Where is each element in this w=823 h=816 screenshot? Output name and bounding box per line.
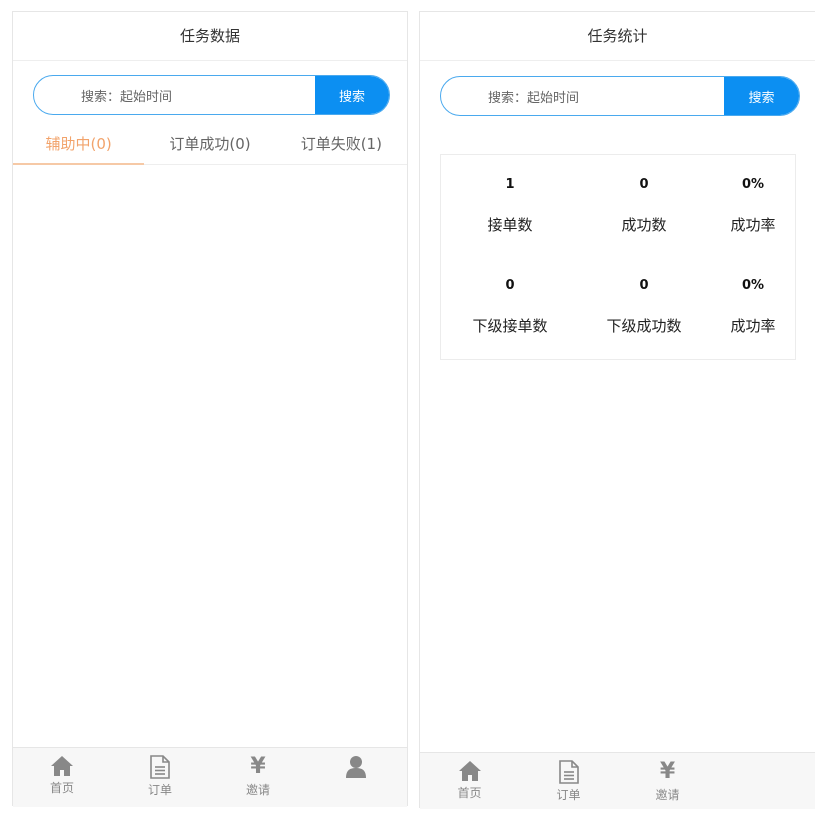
user-icon [346, 756, 366, 778]
tabbar-item-orders[interactable]: 订单 [519, 753, 618, 809]
search-bar: 搜索：起始时间 搜索 [440, 76, 800, 116]
tabbar-item-orders[interactable]: 订单 [111, 748, 209, 807]
bottom-tab-bar: 首页 订单 ¥ 邀请 [420, 752, 815, 809]
stat-label: 成功数 [621, 216, 667, 234]
search-button[interactable]: 搜索 [724, 77, 799, 115]
stat-sub-rate: 0% 成功率 [693, 276, 813, 336]
stat-orders: 1 接单数 [450, 175, 570, 235]
search-bar: 搜索：起始时间 搜索 [33, 75, 390, 115]
stat-value: 0% [741, 278, 765, 293]
stat-label: 成功率 [730, 216, 776, 234]
stat-label: 成功率 [730, 317, 776, 335]
document-icon [150, 755, 170, 779]
tab-order-failed[interactable]: 订单失败(1) [276, 128, 407, 164]
search-input[interactable]: 搜索：起始时间 [34, 76, 315, 114]
page-title: 任务数据 [13, 12, 407, 61]
order-status-tabs: 辅助中(0) 订单成功(0) 订单失败(1) [13, 128, 407, 165]
search-button[interactable]: 搜索 [315, 76, 389, 114]
tabbar-item-home[interactable]: 首页 [420, 753, 519, 809]
search-input[interactable]: 搜索：起始时间 [441, 77, 724, 115]
task-stats-screen: 任务统计 搜索：起始时间 搜索 1 接单数 0 成功数 0% 成功率 0 下级接… [419, 11, 815, 809]
page-title: 任务统计 [420, 12, 815, 61]
tab-assisting[interactable]: 辅助中(0) [13, 128, 145, 165]
stat-value: 1 [505, 177, 515, 192]
home-icon [458, 761, 481, 781]
stats-card: 1 接单数 0 成功数 0% 成功率 0 下级接单数 0 下级成功数 0% 成功… [440, 154, 796, 360]
stat-value: 0 [639, 278, 649, 293]
stat-label: 下级成功数 [606, 317, 682, 335]
tabbar-item-invite[interactable]: ¥ 邀请 [618, 753, 717, 809]
stat-value: 0% [741, 177, 765, 192]
yen-icon: ¥ [659, 759, 676, 784]
stat-value: 0 [505, 278, 515, 293]
tabbar-item-invite[interactable]: ¥ 邀请 [209, 748, 307, 807]
stat-label: 下级接单数 [472, 317, 548, 335]
tabbar-label: 首页 [49, 781, 74, 795]
stat-label: 接单数 [487, 216, 533, 234]
tab-order-success[interactable]: 订单成功(0) [144, 128, 275, 164]
bottom-tab-bar: 首页 订单 ¥ 邀请 [13, 747, 407, 807]
tabbar-label: 订单 [556, 788, 581, 802]
document-icon [558, 760, 579, 784]
yen-icon: ¥ [250, 754, 266, 779]
tabbar-label: 邀请 [245, 783, 270, 797]
tabbar-label: 邀请 [655, 788, 680, 802]
tabbar-label: 首页 [457, 786, 482, 800]
tabbar-label: 订单 [147, 783, 172, 797]
stat-value: 0 [639, 177, 649, 192]
tabbar-item-profile[interactable] [307, 748, 405, 807]
stat-success: 0 成功数 [584, 175, 704, 235]
home-icon [51, 756, 73, 776]
tabbar-item-home[interactable]: 首页 [13, 748, 111, 807]
stat-rate: 0% 成功率 [693, 175, 813, 235]
stat-sub-success: 0 下级成功数 [584, 276, 704, 336]
stat-sub-orders: 0 下级接单数 [450, 276, 570, 336]
task-data-screen: 任务数据 搜索：起始时间 搜索 辅助中(0) 订单成功(0) 订单失败(1) 首… [12, 11, 408, 807]
